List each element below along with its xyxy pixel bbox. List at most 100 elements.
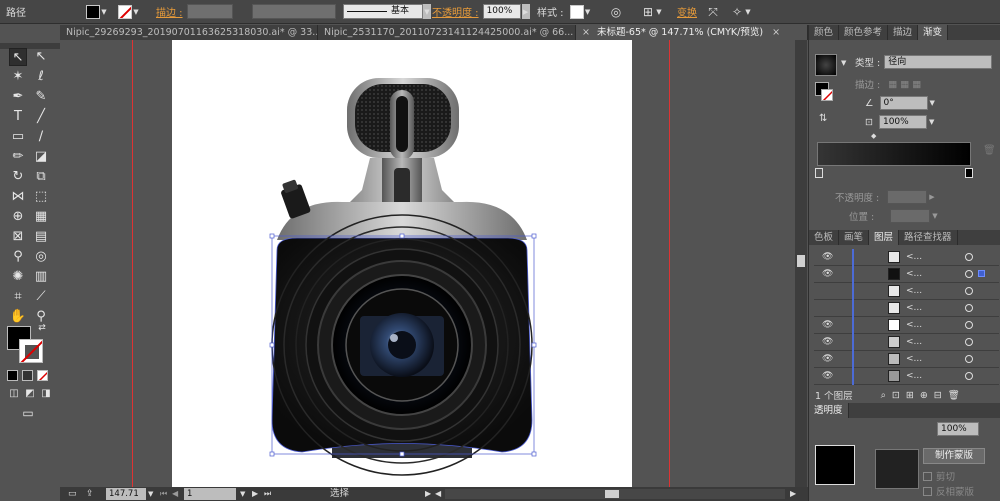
layer-row[interactable]: 👁 <... bbox=[814, 351, 999, 368]
layer-row[interactable]: <... bbox=[814, 283, 999, 300]
tab-color-guide[interactable]: 颜色参考 bbox=[839, 25, 889, 40]
curvature-tool-icon[interactable]: ✎ bbox=[32, 88, 50, 106]
screen-mode-icon[interactable]: ▭ bbox=[18, 405, 38, 421]
pen-tool-icon[interactable]: ✒ bbox=[9, 88, 27, 106]
opacity-field[interactable]: 100% bbox=[482, 4, 521, 19]
chevron-right-icon[interactable]: ▶ bbox=[929, 193, 934, 201]
target-circle-icon[interactable] bbox=[965, 287, 973, 295]
align-icon[interactable]: ⊞ ▼ bbox=[641, 4, 663, 19]
opacity-control[interactable]: 不透明度 : 100% ▶ bbox=[432, 4, 530, 19]
zoom-level-field[interactable]: 147.71 bbox=[106, 488, 146, 500]
chevron-down-icon[interactable]: ▼ bbox=[930, 99, 935, 107]
stroke-swatch[interactable]: ▼ bbox=[118, 4, 140, 19]
column-graph-tool-icon[interactable]: ▥ bbox=[32, 268, 50, 286]
close-icon[interactable]: × bbox=[772, 27, 780, 38]
page-number-field[interactable]: 1 bbox=[184, 488, 236, 500]
perspective-grid-tool-icon[interactable]: ▦ bbox=[32, 208, 50, 226]
hand-tool-icon[interactable]: ✋ bbox=[9, 308, 27, 326]
gradient-angle-field[interactable]: 0° bbox=[879, 96, 928, 110]
mesh-tool-icon[interactable]: ⊠ bbox=[9, 228, 27, 246]
horizontal-scrollbar[interactable] bbox=[445, 489, 785, 499]
swap-fill-stroke-icon[interactable]: ⇄ bbox=[36, 322, 48, 334]
selected-art-indicator[interactable] bbox=[978, 270, 985, 277]
brush-definition[interactable]: 基本 ▼ bbox=[343, 4, 431, 19]
scroll-left-icon[interactable]: ◀ bbox=[435, 488, 441, 500]
rotate-tool-icon[interactable]: ↻ bbox=[9, 168, 27, 186]
layer-row[interactable]: 👁 <... bbox=[814, 368, 999, 385]
width-profile-select[interactable] bbox=[252, 4, 336, 19]
rectangle-tool-icon[interactable]: ▭ bbox=[9, 128, 27, 146]
gradient-stop-left[interactable] bbox=[815, 168, 823, 178]
tab-brushes[interactable]: 画笔 bbox=[839, 230, 870, 245]
eye-icon[interactable]: 👁 bbox=[822, 319, 834, 331]
tab-stroke[interactable]: 描边 bbox=[888, 25, 919, 40]
eye-icon[interactable]: 👁 bbox=[822, 353, 834, 365]
brush-definition-select[interactable]: 基本 bbox=[343, 4, 423, 19]
target-circle-icon[interactable] bbox=[965, 253, 973, 261]
status-menu-icon[interactable]: ▶ bbox=[425, 488, 431, 500]
share-icon[interactable]: ⇪ bbox=[86, 489, 98, 499]
gradient-slider[interactable] bbox=[817, 142, 971, 166]
target-circle-icon[interactable] bbox=[965, 372, 973, 380]
none-mode-icon[interactable] bbox=[37, 370, 48, 381]
previous-page-icon[interactable]: ◀ bbox=[172, 488, 178, 500]
artboard[interactable] bbox=[172, 40, 632, 487]
tab-document-1[interactable]: Nipic_29269293_20190701163625318030.ai* … bbox=[60, 25, 318, 40]
layer-row[interactable]: <... bbox=[814, 300, 999, 317]
tab-color[interactable]: 颜色 bbox=[809, 25, 840, 40]
width-tool-icon[interactable]: ⋈ bbox=[9, 188, 27, 206]
variable-width-profile[interactable] bbox=[252, 4, 336, 19]
scroll-right-icon[interactable]: ▶ bbox=[790, 488, 796, 500]
vertical-scrollbar[interactable] bbox=[795, 40, 807, 487]
layer-row[interactable]: 👁 <... bbox=[814, 317, 999, 334]
gradient-stroke-box[interactable] bbox=[821, 89, 833, 101]
fill-swatch[interactable]: ▼ bbox=[86, 4, 108, 19]
graphic-style-swatch[interactable] bbox=[569, 4, 584, 19]
gradient-stop-right[interactable] bbox=[965, 168, 973, 178]
draw-behind-icon[interactable]: ◩ bbox=[23, 387, 37, 401]
layer-row[interactable]: 👁 <... bbox=[814, 249, 999, 266]
stop-opacity-field[interactable] bbox=[887, 190, 928, 204]
transform-link[interactable]: 变换 bbox=[677, 4, 697, 19]
symbol-sprayer-tool-icon[interactable]: ✺ bbox=[9, 268, 27, 286]
layer-row[interactable]: 👁 <... bbox=[814, 266, 999, 283]
shape-builder-tool-icon[interactable]: ⊕ bbox=[9, 208, 27, 226]
invert-mask-option[interactable]: 反相蒙版 bbox=[923, 484, 974, 498]
target-circle-icon[interactable] bbox=[965, 355, 973, 363]
gradient-mode-icon[interactable] bbox=[22, 370, 33, 381]
eyedropper-tool-icon[interactable]: ⚲ bbox=[9, 248, 27, 266]
target-circle-icon[interactable] bbox=[965, 321, 973, 329]
canvas-area[interactable] bbox=[60, 40, 795, 487]
next-page-icon[interactable]: ▶ bbox=[252, 488, 258, 500]
chevron-down-icon[interactable]: ▼ bbox=[100, 4, 108, 19]
artboard-nav-icon[interactable]: ▭ bbox=[68, 489, 80, 499]
gradient-preview-swatch[interactable] bbox=[815, 54, 837, 76]
target-circle-icon[interactable] bbox=[965, 338, 973, 346]
mask-thumbnail[interactable] bbox=[875, 449, 919, 489]
close-icon[interactable]: × bbox=[582, 27, 590, 38]
color-mode-icon[interactable] bbox=[7, 370, 18, 381]
stroke-gradient-options-icon[interactable]: ▦ ▦ ▦ bbox=[888, 79, 921, 90]
trash-icon[interactable]: 🗑 bbox=[983, 145, 996, 156]
layer-actions-icons[interactable]: ⌕⊡⊞⊕⊟🗑 bbox=[881, 390, 966, 401]
selection-tool-icon[interactable]: ↖ bbox=[9, 48, 27, 66]
tab-gradient[interactable]: 渐变 bbox=[918, 25, 949, 40]
horizontal-scroll-thumb[interactable] bbox=[605, 490, 619, 498]
clip-checkbox[interactable] bbox=[923, 471, 932, 481]
draw-normal-icon[interactable]: ◫ bbox=[7, 387, 21, 401]
stroke-color-box[interactable] bbox=[19, 339, 43, 363]
transparency-opacity-field[interactable]: 100% bbox=[937, 422, 979, 436]
layer-row[interactable]: 👁 <... bbox=[814, 334, 999, 351]
type-tool-icon[interactable]: T bbox=[9, 108, 27, 126]
fill-color-swatch[interactable] bbox=[86, 4, 100, 19]
recolor-icon[interactable]: ◎ bbox=[609, 4, 623, 19]
gradient-aspect-field[interactable]: 100% bbox=[878, 115, 927, 129]
midpoint-diamond-icon[interactable]: ◆ bbox=[871, 132, 876, 140]
tab-transparency[interactable]: 透明度 bbox=[809, 403, 849, 418]
reverse-gradient-icon[interactable]: ⇅ bbox=[819, 113, 827, 124]
chevron-down-icon[interactable]: ▼ bbox=[841, 59, 846, 67]
transparency-thumbnail[interactable] bbox=[815, 445, 855, 485]
clip-option[interactable]: 剪切 bbox=[923, 469, 955, 483]
eye-icon[interactable]: 👁 bbox=[822, 336, 834, 348]
direct-selection-tool-icon[interactable]: ↖ bbox=[32, 48, 50, 66]
